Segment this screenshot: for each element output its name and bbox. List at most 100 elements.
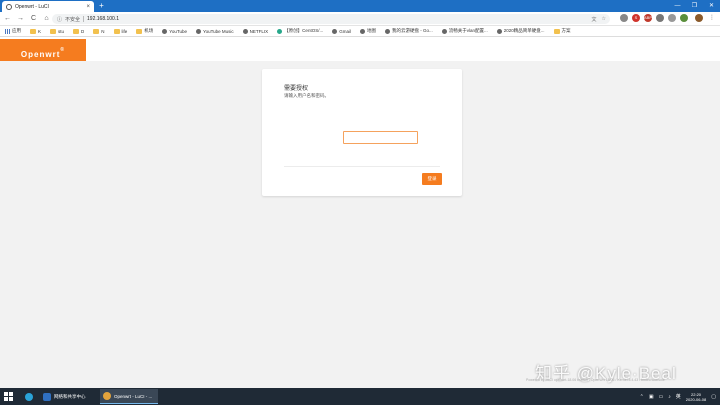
bookmark-item[interactable]: 2020精品简单硬盘... [496, 28, 545, 34]
bookmark-label: Gmail [339, 28, 351, 34]
extension-icon[interactable] [680, 14, 688, 22]
new-tab-button[interactable]: + [97, 1, 106, 11]
ime-indicator[interactable]: 英 [676, 393, 681, 400]
bookmark-item[interactable]: 应用 [5, 28, 21, 34]
brand-text: Openwrt [20, 50, 61, 59]
extension-icon[interactable] [656, 14, 664, 22]
globe-icon [242, 28, 248, 34]
bookmark-item[interactable]: 地图 [359, 28, 376, 34]
forward-button[interactable]: → [17, 15, 24, 23]
bookmark-label: 2020精品简单硬盘... [503, 28, 545, 33]
tab-title: Openwrt - LuCI [15, 3, 49, 10]
profile-avatar[interactable] [695, 14, 703, 22]
taskbar-clock[interactable]: 22:20 2020-06-08 [686, 392, 706, 402]
notification-icon[interactable]: ▢ [711, 394, 716, 400]
bookmark-item[interactable]: YouTube [162, 28, 187, 34]
browser-toolbar: ← → C ⌂ ⓘ 不安全 192.168.100.1 文 ☆ S ABP ⋮ [0, 12, 720, 26]
bookmark-item[interactable]: 方案 [553, 28, 571, 34]
back-button[interactable]: ← [4, 15, 11, 23]
network-icon[interactable]: ▭ [659, 394, 664, 400]
system-tray: ⌃ ▣ ▭ ♪ 英 22:20 2020-06-08 ▢ [640, 389, 716, 404]
browser-tab[interactable]: Openwrt - LuCI × [2, 1, 94, 12]
globe-icon [496, 28, 502, 34]
bookmark-item[interactable]: 我的云游硬盘 - Go... [384, 28, 433, 34]
menu-kebab-icon[interactable]: ⋮ [708, 14, 716, 22]
adblock-icon[interactable]: ABP [644, 14, 652, 22]
auth-title: 需要授权 [284, 86, 309, 92]
page-content: Openwrt® 需要授权 请输入用户名和密码。 密码 登录 知乎 @Kyle·… [0, 37, 720, 388]
bookmark-item[interactable]: N [93, 28, 105, 34]
bookmark-label: D [81, 28, 85, 34]
bookmark-label: 地图 [366, 28, 376, 33]
reload-button[interactable]: C [30, 15, 37, 23]
clock-date: 2020-06-08 [685, 396, 707, 402]
tab-close-icon[interactable]: × [86, 4, 94, 10]
bookmark-item[interactable]: stu [50, 28, 65, 34]
folder-icon [73, 28, 80, 34]
windows-taskbar: 网络和共享中心 Openwrt - LuCI - ... ⌃ ▣ ▭ ♪ 英 2… [0, 388, 720, 405]
bookmark-label: 方案 [561, 28, 571, 33]
edge-icon [25, 392, 33, 401]
bookmark-label: 机场 [144, 28, 154, 33]
header-bar: Openwrt® [0, 37, 720, 61]
url-text[interactable]: 192.168.100.1 [87, 16, 119, 22]
start-button-icon[interactable] [4, 392, 13, 401]
password-field[interactable] [343, 131, 418, 144]
address-separator [83, 16, 85, 22]
browser-tab-strip: Openwrt - LuCI × + — ❐ ✕ [0, 0, 720, 12]
bookmark-label: 【原创】CentOS/... [284, 28, 324, 33]
maximize-button[interactable]: ❐ [686, 0, 703, 12]
bookmark-label: 我的云游硬盘 - Go... [391, 28, 433, 33]
tray-app-icon[interactable]: ▣ [649, 394, 654, 400]
bookmark-item[interactable]: YouTube Music [195, 28, 234, 34]
taskbar-pinned-app[interactable] [22, 389, 36, 404]
form-divider [284, 166, 440, 167]
site-icon [277, 28, 283, 34]
bookmark-label: stu [58, 28, 65, 34]
extension-icon[interactable] [668, 14, 676, 22]
taskbar-item-chrome[interactable]: Openwrt - LuCI - ... [100, 389, 158, 404]
bookmark-item[interactable]: 机场 [136, 28, 153, 34]
translate-icon[interactable]: 文 [592, 16, 597, 23]
info-icon[interactable]: ⓘ [57, 16, 62, 23]
login-button[interactable]: 登录 [422, 173, 442, 185]
bookmark-label: YouTube Music [202, 28, 234, 34]
bookmark-item[interactable]: Gmail [332, 28, 351, 34]
window-controls: — ❐ ✕ [669, 0, 720, 12]
volume-icon[interactable]: ♪ [668, 394, 671, 400]
bookmark-item[interactable]: K [30, 28, 41, 34]
bookmark-item[interactable]: 【原创】CentOS/... [277, 28, 323, 34]
folder-icon [113, 28, 120, 34]
globe-icon [359, 28, 365, 34]
globe-icon [441, 28, 447, 34]
bookmark-star-icon[interactable]: ☆ [602, 16, 606, 23]
folder-icon [136, 28, 143, 34]
globe-icon [195, 28, 201, 34]
bookmark-label: NETFLIX [249, 28, 269, 34]
tray-chevron-icon[interactable]: ⌃ [640, 394, 644, 400]
globe-icon [384, 28, 390, 34]
bookmark-item[interactable]: life [113, 28, 128, 34]
address-actions: 文 ☆ [592, 16, 607, 23]
extension-badge-s[interactable]: S [632, 14, 640, 22]
taskbar-item-label: Openwrt - LuCI - ... [114, 393, 153, 399]
minimize-button[interactable]: — [669, 0, 686, 12]
tab-favicon-icon [6, 3, 12, 10]
bookmark-label: N [101, 28, 105, 34]
brand-logo[interactable]: Openwrt® [0, 39, 86, 61]
taskbar-item-label: 网络和共享中心 [54, 393, 86, 399]
bookmark-label: YouTube [169, 28, 187, 34]
bookmark-item[interactable]: D [73, 28, 85, 34]
taskbar-item-network[interactable]: 网络和共享中心 [40, 389, 98, 404]
close-window-button[interactable]: ✕ [703, 0, 720, 12]
bookmark-item[interactable]: 流畅关于vlan配置... [441, 28, 488, 34]
folder-icon [553, 28, 560, 34]
globe-icon [332, 28, 338, 34]
bookmark-item[interactable]: NETFLIX [242, 28, 269, 34]
address-bar[interactable]: ⓘ 不安全 192.168.100.1 文 ☆ [52, 14, 610, 24]
bookmark-label: life [121, 28, 128, 34]
folder-icon [50, 28, 57, 34]
extension-icon[interactable] [620, 14, 628, 22]
home-button[interactable]: ⌂ [43, 15, 50, 23]
login-card: 需要授权 请输入用户名和密码。 密码 登录 [262, 69, 462, 196]
